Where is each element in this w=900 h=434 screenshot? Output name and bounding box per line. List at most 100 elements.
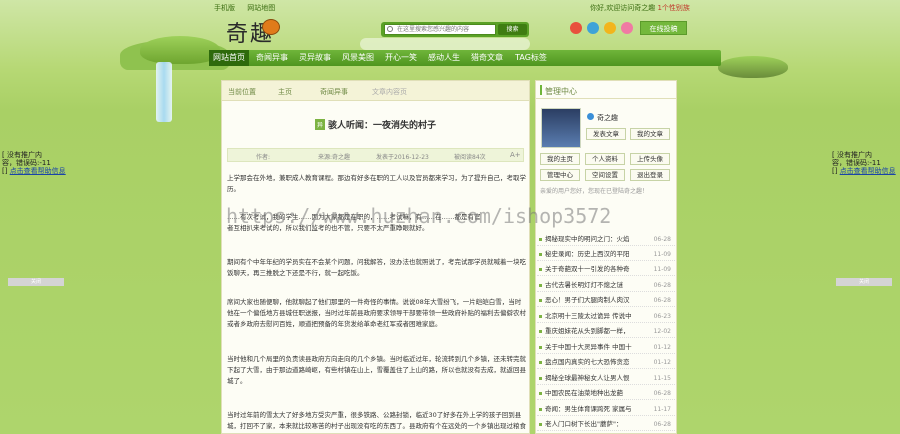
list-item[interactable]: 古代去暑长明灯灯不熄之谜 06-28 — [537, 279, 675, 292]
my-articles-button[interactable]: 我的文章 — [630, 128, 670, 140]
list-bullet-icon — [539, 423, 542, 426]
list-item[interactable]: 关于奇葩双十一引发的各种奇 11-09 — [537, 263, 675, 276]
top-links: 手机版 网站地图 — [214, 3, 285, 13]
right-ad-close-button[interactable]: 关闭 — [836, 278, 892, 286]
qzone-icon[interactable] — [604, 22, 616, 34]
article-date: 发表于2016-12-23 — [376, 154, 429, 161]
list-item[interactable]: 老人门口树下长出"蘑萨"： 06-28 — [537, 418, 675, 431]
list-item[interactable]: 盘点国内真实的七大恐怖贪恋 01-12 — [537, 356, 675, 369]
breadcrumb: 当前位置 主页 奇闻异事 文章内容页 — [222, 81, 529, 101]
article-paragraph: 当时他和几个局里的负责读县政府方向走向的几个乡镇。当时临近过年，轮流转到几个乡镇… — [227, 355, 526, 385]
list-item-title[interactable]: 北京明十三陵太过诡异 传说中 — [545, 310, 650, 323]
list-item[interactable]: 奇闻：男生体育课跨死 家属与 11-17 — [537, 403, 675, 416]
article-title: 异骇人听闻：一夜消失的村子 — [222, 118, 529, 131]
username[interactable]: 奇之趣 — [597, 113, 618, 123]
list-item[interactable]: 秘史录闻：历史上西汉的平阳 11-09 — [537, 248, 675, 261]
list-item-title[interactable]: 重庆姐妹花从头到脚都一样， — [545, 325, 650, 338]
list-item-title[interactable]: 中国农民在油菜地种出龙葩 — [545, 387, 650, 400]
right-ad-line1: [ 没有推广内 — [832, 151, 872, 159]
cloud-decoration — [360, 38, 530, 50]
list-item-title[interactable]: 盘点国内真实的七大恐怖贪恋 — [545, 356, 650, 369]
article-paragraph: 席间大家也随便聊，他就聊起了他们那里的一件奇怪的事情。说说08年大雪纷飞，一片皑… — [227, 298, 526, 328]
article-source: 来源:奇之趣 — [318, 154, 351, 161]
list-item-date: 06-28 — [653, 421, 671, 428]
right-ad-help-link[interactable]: 点击查看帮助信息 — [840, 167, 896, 175]
user-panel-title: 管理中心 — [545, 87, 577, 96]
article-paragraph: 当时过年前的雪太大了好多地方受灾严重，很多铁路、公路封锁，临近30了好多在外上学… — [227, 411, 526, 430]
search-icon — [387, 26, 393, 32]
font-size-toggle[interactable]: A+ — [510, 151, 521, 159]
nav-item-tags[interactable]: TAG标签 — [509, 50, 553, 66]
list-bullet-icon — [539, 299, 542, 302]
nav-item-home[interactable]: 网站首页 — [209, 50, 249, 66]
my-homepage-button[interactable]: 我的主页 — [540, 153, 580, 165]
submit-article-button[interactable]: 在线投稿 — [640, 21, 687, 35]
upload-avatar-button[interactable]: 上传头像 — [630, 153, 670, 165]
list-item[interactable]: 恶心！男子们大腿肉制人肉汉 06-28 — [537, 294, 675, 307]
list-bullet-icon — [539, 330, 542, 333]
list-item-title[interactable]: 古代去暑长明灯灯不熄之谜 — [545, 279, 650, 292]
post-article-button[interactable]: 发表文章 — [586, 128, 626, 140]
waterfall-decoration — [156, 62, 172, 122]
search-button[interactable]: 搜索 — [498, 24, 527, 35]
left-ad: [ 没有推广内 容，错误码:-11 [] 点击查看帮助信息 — [2, 151, 72, 175]
mobile-link[interactable]: 手机版 — [214, 4, 235, 12]
breadcrumb-category[interactable]: 奇闻异事 — [320, 87, 348, 97]
list-item[interactable]: 中国农民在油菜地种出龙葩 06-28 — [537, 387, 675, 400]
list-item-date: 11-09 — [653, 266, 671, 273]
list-item[interactable]: 揭秘全球最神秘女人让男人恨 11-15 — [537, 372, 675, 385]
list-item-title[interactable]: 奇闻：男生体育课跨死 家属与 — [545, 403, 650, 416]
greeting-text: 你好,欢迎访问奇之趣 — [590, 4, 656, 12]
nav-item-scenery[interactable]: 风景美图 — [338, 50, 378, 66]
list-item[interactable]: 关于中国十大灵异事件 中国十 01-12 — [537, 341, 675, 354]
list-item[interactable]: 重庆姐妹花从头到脚都一样， 12-02 — [537, 325, 675, 338]
logout-button[interactable]: 退出登录 — [630, 169, 670, 181]
list-item-title[interactable]: 老人门口树下长出"蘑萨"： — [545, 418, 650, 431]
left-ad-close-button[interactable]: 关闭 — [8, 278, 64, 286]
right-ad: [ 没有推广内 容，错误码:-11 [] 点击查看帮助信息 — [832, 151, 900, 175]
list-item-title[interactable]: 关于中国十大灵异事件 中国十 — [545, 341, 650, 354]
nav-item-touching[interactable]: 感动人生 — [424, 50, 464, 66]
watermark-text: https://www.huzhan.com/ishop3572 — [226, 204, 612, 228]
welcome-text: 你好,欢迎访问奇之趣 1个性别族 — [590, 3, 690, 13]
nav-item-jokes[interactable]: 开心一笑 — [381, 50, 421, 66]
manage-center-button[interactable]: 管理中心 — [540, 169, 580, 181]
nav-item-curious[interactable]: 猎奇文章 — [467, 50, 507, 66]
list-item-date: 12-02 — [653, 328, 671, 335]
header-accent-bar — [540, 85, 542, 95]
list-item-title[interactable]: 揭秘全球最神秘女人让男人恨 — [545, 372, 650, 385]
list-item-title[interactable]: 秘史录闻：历史上西汉的平阳 — [545, 248, 650, 261]
sitemap-link[interactable]: 网站地图 — [247, 4, 275, 12]
left-ad-help-link[interactable]: 点击查看帮助信息 — [10, 167, 66, 175]
article-paragraph: 上学那会在外地，兼职成人教育课程。那边有好多在职的工人以及官员都来学习，为了提升… — [227, 174, 526, 193]
search-input[interactable] — [384, 24, 496, 35]
weibo-icon[interactable] — [570, 22, 582, 34]
list-item-date: 06-28 — [653, 236, 671, 243]
list-item-title[interactable]: 揭秘现实中的明问之门：火焰 — [545, 233, 650, 246]
list-item[interactable]: 揭秘现实中的明问之门：火焰 06-28 — [537, 233, 675, 246]
avatar[interactable] — [541, 108, 581, 148]
nav-item-oddities[interactable]: 奇闻异事 — [252, 50, 292, 66]
list-bullet-icon — [539, 377, 542, 380]
list-item-date: 06-28 — [653, 282, 671, 289]
nav-item-ghost-stories[interactable]: 灵异故事 — [295, 50, 335, 66]
heart-icon[interactable] — [621, 22, 633, 34]
tencent-weibo-icon[interactable] — [587, 22, 599, 34]
user-panel-header: 管理中心 — [536, 81, 676, 99]
list-item-title[interactable]: 关于奇葩双十一引发的各种奇 — [545, 263, 650, 276]
list-bullet-icon — [539, 346, 542, 349]
list-item-title[interactable]: 恶心！男子们大腿肉制人肉汉 — [545, 294, 650, 307]
list-item-date: 11-15 — [653, 375, 671, 382]
left-ad-line1: [ 没有推广内 — [2, 151, 42, 159]
login-hint: 亲爱的用户您好，您现在已登陆奇之趣！ — [540, 188, 649, 195]
article-views: 被阅读84次 — [454, 154, 486, 161]
breadcrumb-home[interactable]: 主页 — [278, 87, 292, 97]
greeting-count: 1个性别族 — [657, 4, 690, 12]
article-meta: 作者: 来源:奇之趣 发表于2016-12-23 被阅读84次 A+ — [227, 148, 524, 162]
profile-button[interactable]: 个人资料 — [585, 153, 625, 165]
list-item[interactable]: 北京明十三陵太过诡异 传说中 06-23 — [537, 310, 675, 323]
list-item-date: 06-28 — [653, 390, 671, 397]
space-settings-button[interactable]: 空间设置 — [585, 169, 625, 181]
article-title-text: 骇人听闻：一夜消失的村子 — [328, 121, 437, 131]
list-bullet-icon — [539, 408, 542, 411]
